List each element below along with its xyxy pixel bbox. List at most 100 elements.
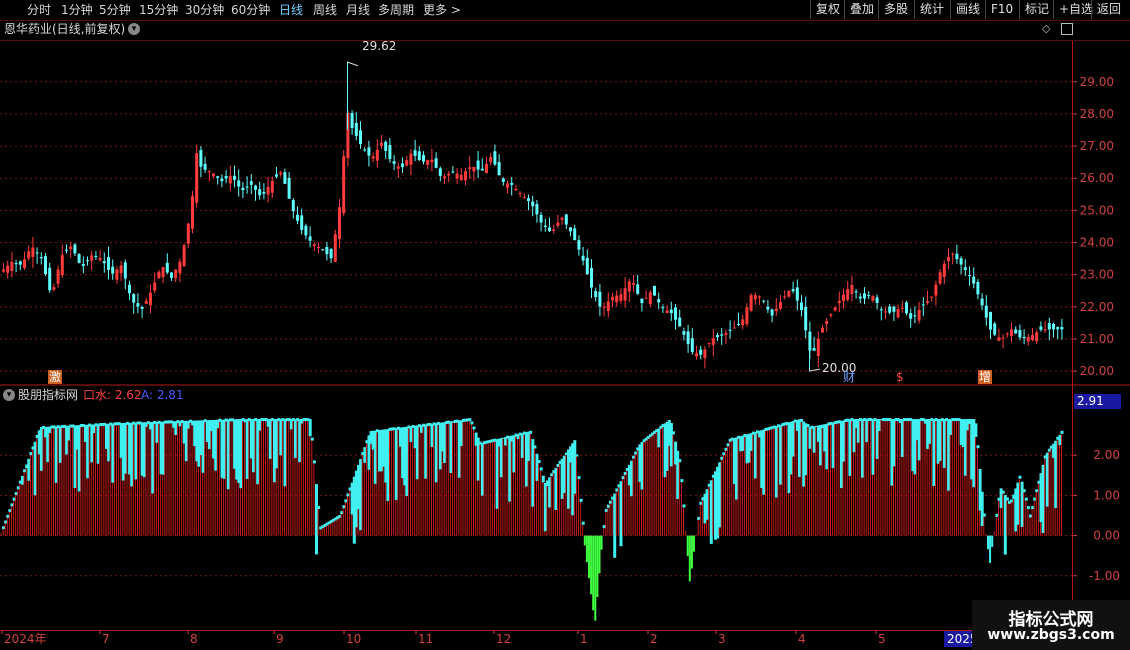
indicator-cyan-dot (602, 525, 606, 529)
candle-body (737, 323, 740, 325)
price-tick-label: 27.00 (1080, 139, 1114, 153)
toolbar-button-3[interactable]: 统计 (914, 0, 949, 19)
event-marker-ji[interactable]: 激 (48, 370, 63, 384)
indicator-cyan-dot (338, 515, 342, 519)
candle-body (942, 263, 946, 277)
event-marker-cai[interactable]: 财 (842, 370, 856, 384)
date-axis: 2024年 7 8 9 10 11 12 1 2 3 4 5 2025 (1, 630, 978, 647)
current-value-badge: 2.91 (1074, 394, 1121, 409)
period-tab-10[interactable]: 更多 > (423, 2, 461, 18)
period-tab-1[interactable]: 1分钟 (61, 2, 93, 18)
candle-body (207, 171, 211, 173)
period-tab-8[interactable]: 月线 (346, 2, 370, 18)
candle-body (401, 163, 404, 167)
period-tab-9[interactable]: 多周期 (378, 2, 414, 18)
indicator-cyan-dot (1024, 497, 1028, 501)
candle-body (451, 171, 455, 173)
indicator-menu-icon[interactable]: ▾ (3, 389, 15, 401)
indicator-cyan-bar (373, 430, 377, 484)
toolbar-button-6[interactable]: 标记 (1019, 0, 1054, 19)
price-tick-label: 22.00 (1080, 300, 1114, 314)
candle-body (77, 254, 81, 263)
candle-body (56, 269, 60, 284)
toolbar-button-1[interactable]: 叠加 (844, 0, 879, 19)
candle-body (149, 292, 152, 306)
indicator-cyan-bar (308, 419, 312, 437)
indicator-cyan-bar (201, 420, 205, 473)
period-tab-2[interactable]: 5分钟 (99, 2, 131, 18)
candle-body (972, 276, 976, 284)
toolbar-button-8[interactable]: 返回 (1091, 0, 1126, 19)
indicator-cyan-bar (779, 424, 783, 485)
toolbar-button-5[interactable]: F10 (985, 0, 1018, 19)
indicator-cyan-bar (151, 422, 155, 494)
period-tab-0[interactable]: 分时 (27, 2, 51, 18)
indicator-cyan-bar (499, 438, 503, 478)
indicator-cyan-dot (29, 452, 33, 456)
candle-body (119, 265, 123, 274)
indicator-cyan-bar (917, 419, 921, 461)
period-tab-3[interactable]: 15分钟 (139, 2, 178, 18)
indicator-cyan-bar (762, 429, 766, 495)
indicator-cyan-bar (749, 433, 753, 451)
toolbar-button-0[interactable]: 复权 (810, 0, 845, 19)
candle-body (270, 180, 274, 193)
indicator-cyan-bar (495, 439, 499, 509)
candle-body (787, 290, 791, 297)
indicator-cyan-dot (1031, 506, 1035, 510)
candle-body (720, 334, 724, 336)
indicator-cyan-bar (974, 423, 978, 437)
candle-body (380, 142, 383, 146)
candle-body (896, 309, 900, 318)
candle-body (560, 217, 564, 220)
period-tab-4[interactable]: 30分钟 (185, 2, 224, 18)
indicator-cyan-dot (581, 521, 585, 525)
period-tab-6[interactable]: 日线 (279, 2, 303, 18)
candle-body (472, 166, 476, 172)
candle-body (917, 309, 921, 321)
indicator-cyan-bar (298, 419, 302, 463)
indicator-cyan-bar (774, 425, 778, 498)
candle-body (661, 307, 665, 309)
candle-body (422, 155, 425, 162)
candle-body (527, 198, 530, 202)
candle-body (1043, 329, 1047, 331)
indicator-cyan-bar (434, 423, 438, 483)
event-marker-zeng[interactable]: 增 (978, 370, 993, 384)
indicator-cyan-bar (27, 458, 31, 481)
candle-body (606, 301, 610, 311)
candle-body (1018, 329, 1022, 338)
candle-body (459, 174, 463, 180)
candle-body (766, 306, 770, 310)
toolbar-button-2[interactable]: 多股 (878, 0, 913, 19)
a-value-label: A: 2.81 (141, 388, 184, 402)
candle-body (455, 173, 459, 179)
chart-canvas[interactable]: 20.0021.0022.0023.0024.0025.0026.0027.00… (0, 20, 1130, 650)
period-tab-7[interactable]: 周线 (313, 2, 337, 18)
candle-body (682, 331, 686, 335)
candle-body (287, 177, 291, 199)
indicator-cyan-dot (468, 418, 472, 422)
candle-body (1005, 333, 1009, 335)
candle-body (317, 247, 320, 249)
candle-body (653, 285, 656, 296)
period-tab-5[interactable]: 60分钟 (231, 2, 270, 18)
candle-body (249, 181, 253, 185)
candle-body (770, 309, 774, 316)
indicator-cyan-bar (405, 426, 409, 497)
candle-body (81, 263, 85, 266)
candle-body (86, 260, 89, 262)
event-marker-dollar[interactable]: $ (895, 370, 905, 384)
candle-body (749, 295, 753, 311)
toolbar-button-4[interactable]: 画线 (950, 0, 985, 19)
candle-body (39, 256, 43, 259)
candle-body (863, 293, 866, 299)
candle-body (73, 244, 77, 254)
indicator-cyan-dot (344, 499, 348, 503)
candle-body (812, 347, 816, 351)
date-label: 8 (190, 632, 198, 646)
indicator-cyan-bar (856, 419, 860, 443)
indicator-cyan-dot (609, 500, 612, 504)
candle-body (758, 296, 761, 298)
candle-body (611, 296, 614, 301)
